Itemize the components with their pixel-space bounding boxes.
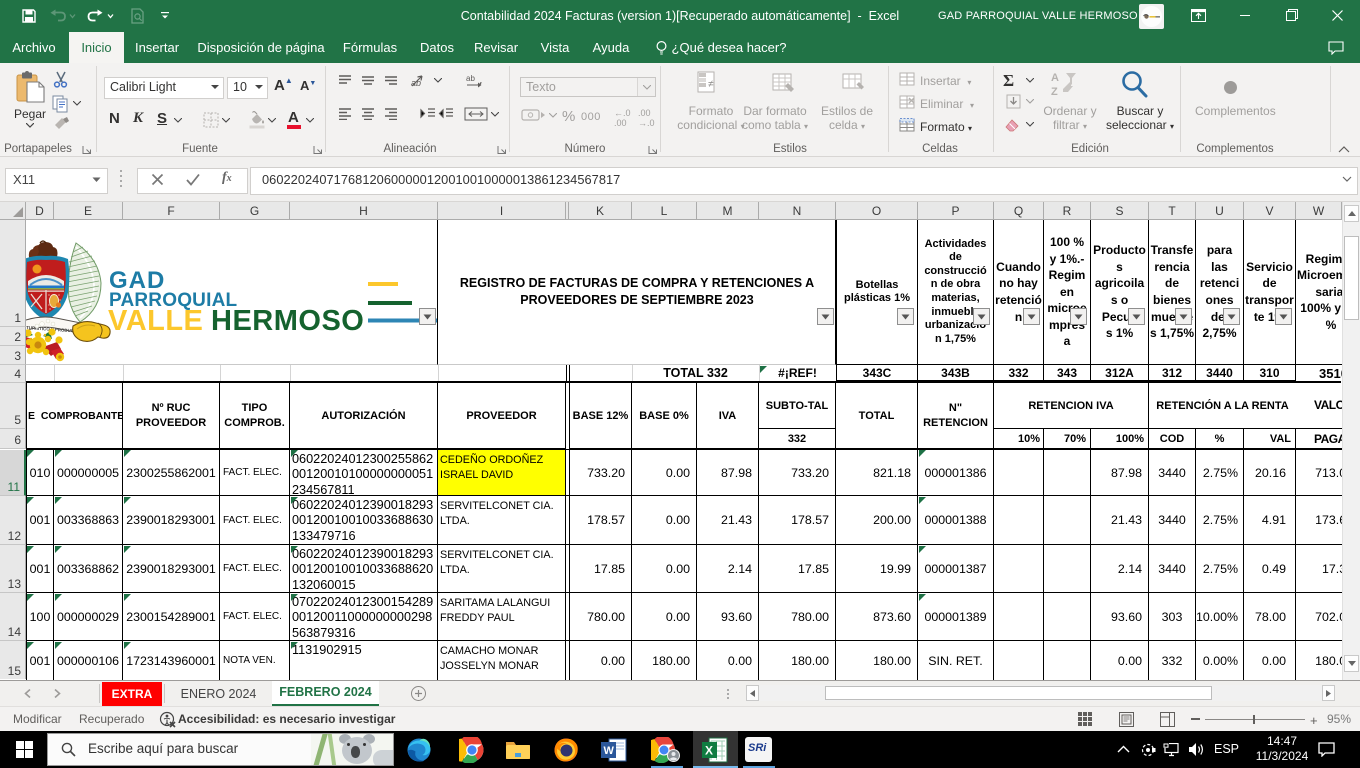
svg-text:ab: ab <box>411 78 421 88</box>
svg-text:HERMOSO: HERMOSO <box>211 305 364 337</box>
svg-text:≠: ≠ <box>708 79 714 90</box>
svg-text:Z: Z <box>1051 86 1058 98</box>
svg-text:ab: ab <box>466 74 475 83</box>
svg-text:X: X <box>705 744 713 758</box>
svg-text:VALLE: VALLE <box>108 305 203 337</box>
svg-text:A: A <box>1051 72 1059 84</box>
svg-text:W: W <box>604 745 615 757</box>
